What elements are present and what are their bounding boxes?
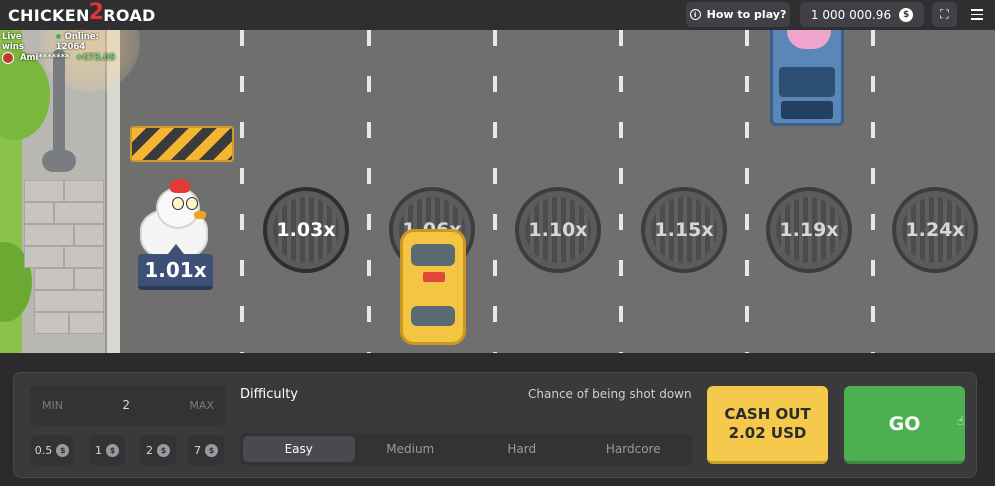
info-icon: i <box>689 9 701 20</box>
bet-value[interactable]: 2 <box>122 398 130 412</box>
dollar-icon: $ <box>205 443 218 457</box>
difficulty-label: Difficulty <box>240 387 298 402</box>
lane-multiplier: 1.10x <box>528 219 588 241</box>
cash-out-amount: 2.02 USD <box>728 423 807 442</box>
difficulty-hardcore[interactable]: Hardcore <box>578 436 690 462</box>
max-bet-button[interactable]: MAX <box>189 399 214 412</box>
sidewalk-tile <box>74 268 104 290</box>
game-board: 1.03x 1.06x 1.10x 1.15x 1.19x 1.24x <box>0 30 995 353</box>
lane-manhole[interactable]: 1.24x <box>892 187 978 273</box>
sidewalk-tile <box>69 312 104 334</box>
lane-multiplier: 1.03x <box>276 219 336 241</box>
dollar-icon: $ <box>56 443 70 457</box>
online-dot-icon <box>55 34 61 39</box>
sidewalk-tile <box>24 224 74 246</box>
taxi-rear-window <box>411 306 455 326</box>
lane-manhole[interactable]: 1.03x <box>263 187 349 273</box>
lane-manhole[interactable]: 1.19x <box>766 187 852 273</box>
how-to-play-label: How to play? <box>706 8 787 21</box>
truck-grill <box>781 101 833 119</box>
sidewalk-tile <box>24 202 54 224</box>
sidewalk-tile <box>24 246 64 268</box>
currency-icon: $ <box>899 7 914 22</box>
difficulty-selector: Easy Medium Hard Hardcore <box>240 433 692 465</box>
lane-divider <box>240 30 244 353</box>
lane-multiplier: 1.15x <box>654 219 714 241</box>
how-to-play-button[interactable]: i How to play? <box>686 2 790 27</box>
go-button[interactable]: GO <box>844 386 965 464</box>
difficulty-medium[interactable]: Medium <box>355 436 467 462</box>
lane-multiplier: 1.19x <box>779 219 839 241</box>
live-win-amount: +€73.05 <box>75 53 116 63</box>
lane-divider <box>745 30 749 353</box>
dollar-icon: $ <box>157 443 170 457</box>
live-win-item: Ami******* +€73.05 <box>2 52 115 64</box>
logo: CHICKEN 2 ROAD <box>8 0 156 27</box>
sidewalk-tile <box>74 224 104 246</box>
live-wins-feed: Live wins Online: 12064 Ami******* +€73.… <box>0 30 130 68</box>
balance-display: 1 000 000.96 $ <box>800 2 924 27</box>
quick-bet-button[interactable]: 7 $ <box>188 435 224 465</box>
sidewalk-tile <box>64 246 104 268</box>
fullscreen-button[interactable]: ⛶ <box>932 2 957 27</box>
truck-roof-decor <box>787 30 831 49</box>
sidewalk-tile <box>64 180 104 202</box>
control-panel: MIN 2 MAX 0.5 $ 1 $ 2 $ 7 $ Difficulty Chanc… <box>13 372 977 478</box>
menu-button[interactable] <box>964 2 989 27</box>
sidewalk-tile <box>24 180 64 202</box>
avatar <box>2 52 14 64</box>
taxi-sign <box>423 272 445 282</box>
difficulty-hard[interactable]: Hard <box>466 436 578 462</box>
min-bet-button[interactable]: MIN <box>42 399 63 412</box>
sidewalk-tile <box>34 290 104 312</box>
road-barrier <box>130 126 234 162</box>
lane-divider <box>619 30 623 353</box>
balance-value: 1 000 000.96 <box>810 7 892 22</box>
lane-manhole[interactable]: 1.15x <box>641 187 727 273</box>
current-multiplier-badge: 1.01x <box>138 244 213 290</box>
chance-label: Chance of being shot down <box>528 387 692 401</box>
cash-out-label: CASH OUT <box>724 404 811 423</box>
fullscreen-icon: ⛶ <box>940 7 949 21</box>
taxi-windshield <box>411 244 455 266</box>
lane-divider <box>871 30 875 353</box>
difficulty-easy[interactable]: Easy <box>243 436 355 462</box>
quick-bet-button[interactable]: 0.5 $ <box>30 435 74 465</box>
online-count: Online: 12064 <box>55 32 99 52</box>
logo-text-right: ROAD <box>103 5 156 25</box>
quick-bet-button[interactable]: 2 $ <box>140 435 176 465</box>
lane-divider <box>367 30 371 353</box>
live-win-player: Ami******* <box>20 53 70 63</box>
logo-text-left: CHICKEN <box>8 5 90 25</box>
sidewalk-tile <box>34 268 74 290</box>
top-bar: CHICKEN 2 ROAD i How to play? 1 000 000.… <box>0 0 995 30</box>
live-wins-label: Live wins <box>2 32 24 52</box>
cash-out-button[interactable]: CASH OUT 2.02 USD <box>707 386 828 464</box>
sidewalk-tile <box>34 312 69 334</box>
street-lamp-base <box>42 150 76 172</box>
mouse-cursor-icon: ☝ <box>957 414 965 428</box>
lane-divider <box>493 30 497 353</box>
bet-amount-input[interactable]: MIN 2 MAX <box>30 385 226 425</box>
ice-cream-truck <box>770 30 844 126</box>
lane-manhole[interactable]: 1.10x <box>515 187 601 273</box>
sidewalk-tile <box>54 202 104 224</box>
truck-windshield <box>779 67 835 97</box>
lane-multiplier: 1.24x <box>905 219 965 241</box>
current-multiplier-value: 1.01x <box>144 258 207 282</box>
taxi-car <box>400 229 466 345</box>
logo-text-mid: 2 <box>88 0 105 25</box>
go-label: GO <box>888 412 921 435</box>
dollar-icon: $ <box>106 443 119 457</box>
quick-bet-button[interactable]: 1 $ <box>89 435 125 465</box>
hamburger-icon <box>970 9 983 11</box>
